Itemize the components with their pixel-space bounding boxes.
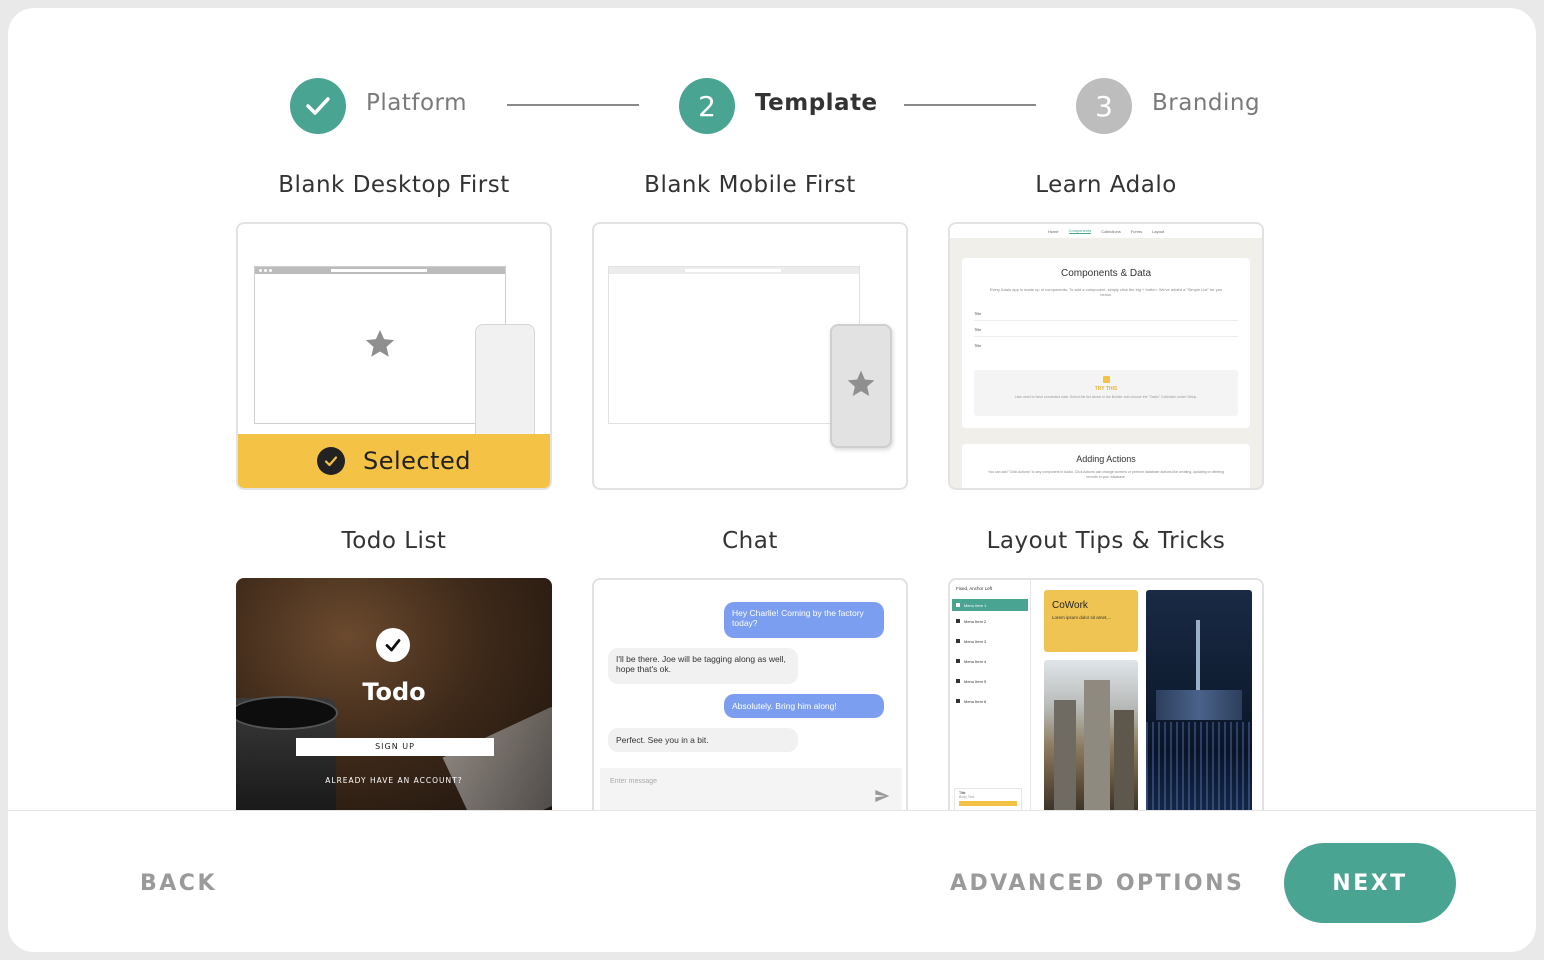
template-title: Todo List [341,528,447,554]
desktop-browser-mockup [254,266,506,424]
preview-section: Adding Actions You can add "Click Action… [962,444,1250,488]
preview-menu-item: Menu Item 6 [950,691,1030,711]
step-label-template: Template [755,90,878,116]
preview-menu-item: Menu Item 5 [950,671,1030,691]
preview-menu-item: Menu Item 4 [950,651,1030,671]
todo-app-name: Todo [362,678,426,706]
template-card-blank-mobile[interactable] [592,222,908,490]
preview-heading: Components & Data [1060,268,1152,279]
send-icon [875,790,890,802]
template-title: Learn Adalo [1035,172,1177,198]
template-title: Blank Mobile First [644,172,856,198]
preview-description: Every Adalo app is made up of components… [989,287,1223,297]
check-circle-icon [316,447,345,475]
preview-list-item: Title [974,321,1238,337]
preview-menu-item: Menu Item 1 [952,599,1028,611]
star-icon [847,370,875,396]
chat-bubble-sent: Absolutely. Bring him along! [724,694,884,718]
step-platform-check-icon [290,78,346,134]
template-title: Layout Tips & Tricks [986,528,1226,554]
preview-cowork-card: CoWork Lorem ipsum dolor sit amet,... [1044,590,1138,652]
night-skyline-photo [1146,590,1252,812]
preview-card-text: Lorem ipsum dolor sit amet,... [1052,615,1112,620]
city-photo [1044,660,1138,812]
preview-heading: Adding Actions [1076,454,1136,464]
preview-tab: Forms [1130,228,1143,234]
template-title: Blank Desktop First [278,172,510,198]
step-template-number: 2 [679,78,735,134]
preview-section: Components & Data Every Adalo app is mad… [962,258,1250,428]
template-card-learn-adalo[interactable]: Home Components Collections Forms Layout… [948,222,1264,490]
newspaper-image [442,706,552,810]
step-label-platform: Platform [366,90,467,116]
preview-list-item: Title [974,309,1238,321]
preview-description: You can add "Click Actions" to any compo… [988,470,1224,479]
template-card-layout-tips[interactable]: Fixed, Anchor Left Menu Item 1 Menu Item… [948,578,1264,812]
preview-tab: Components [1068,228,1092,234]
preview-card-title: CoWork [1052,600,1088,611]
try-this-text: Lists need to have connected data. Selec… [1014,395,1198,399]
star-icon [365,329,395,357]
preview-menu: Menu Item 1 Menu Item 2 Menu Item 3 Menu… [950,599,1030,711]
template-picker-modal: Platform 2 Template 3 Branding Blank Des… [8,8,1536,952]
desktop-browser-mockup [608,266,860,424]
todo-login-link: ALREADY HAVE AN ACCOUNT? [325,776,463,785]
advanced-options-button[interactable]: ADVANCED OPTIONS [950,871,1244,896]
template-card-chat[interactable]: Hey Charlie! Coming by the factory today… [592,578,908,812]
preview-list-item: Title [974,343,982,348]
selected-indicator: Selected [238,434,550,488]
preview-tab: Home [1047,228,1059,234]
chat-bubble-received: I'll be there. Joe will be tagging along… [608,648,798,684]
preview-sidebar: Fixed, Anchor Left Menu Item 1 Menu Item… [950,580,1031,812]
back-button[interactable]: BACK [140,871,217,896]
try-this-box: TRY THIS Lists need to have connected da… [974,370,1238,416]
template-title: Chat [722,528,778,554]
wizard-footer: BACK ADVANCED OPTIONS NEXT [8,810,1536,952]
next-button[interactable]: NEXT [1284,843,1456,923]
preview-sidebar-header: Fixed, Anchor Left [956,586,993,591]
todo-check-icon [376,628,410,662]
todo-signup-button: SIGN UP [296,738,494,756]
step-connector [507,104,639,106]
step-label-branding: Branding [1152,90,1261,116]
template-card-blank-desktop[interactable]: Selected [236,222,552,490]
preview-menu-item: Menu Item 2 [950,611,1030,631]
chat-input-placeholder: Enter message [610,778,658,785]
preview-tab: Layout [1152,228,1165,234]
try-this-label: TRY THIS [1094,386,1118,392]
chat-bubble-received: Perfect. See you in a bit. [608,728,798,752]
step-connector [904,104,1036,106]
template-card-todo[interactable]: Todo SIGN UP ALREADY HAVE AN ACCOUNT? [236,578,552,810]
bulb-icon [1102,376,1110,383]
preview-menu-item: Menu Item 3 [950,631,1030,651]
step-branding-number: 3 [1076,78,1132,134]
chat-input-bar: Enter message [600,768,902,812]
selected-label: Selected [362,447,472,475]
preview-sidebar-footer: Title Body Text [954,788,1022,812]
phone-mockup [830,324,892,448]
preview-tab: Collections [1101,228,1121,234]
chat-bubble-sent: Hey Charlie! Coming by the factory today… [724,602,884,638]
preview-tabs: Home Components Collections Forms Layout [950,224,1262,238]
